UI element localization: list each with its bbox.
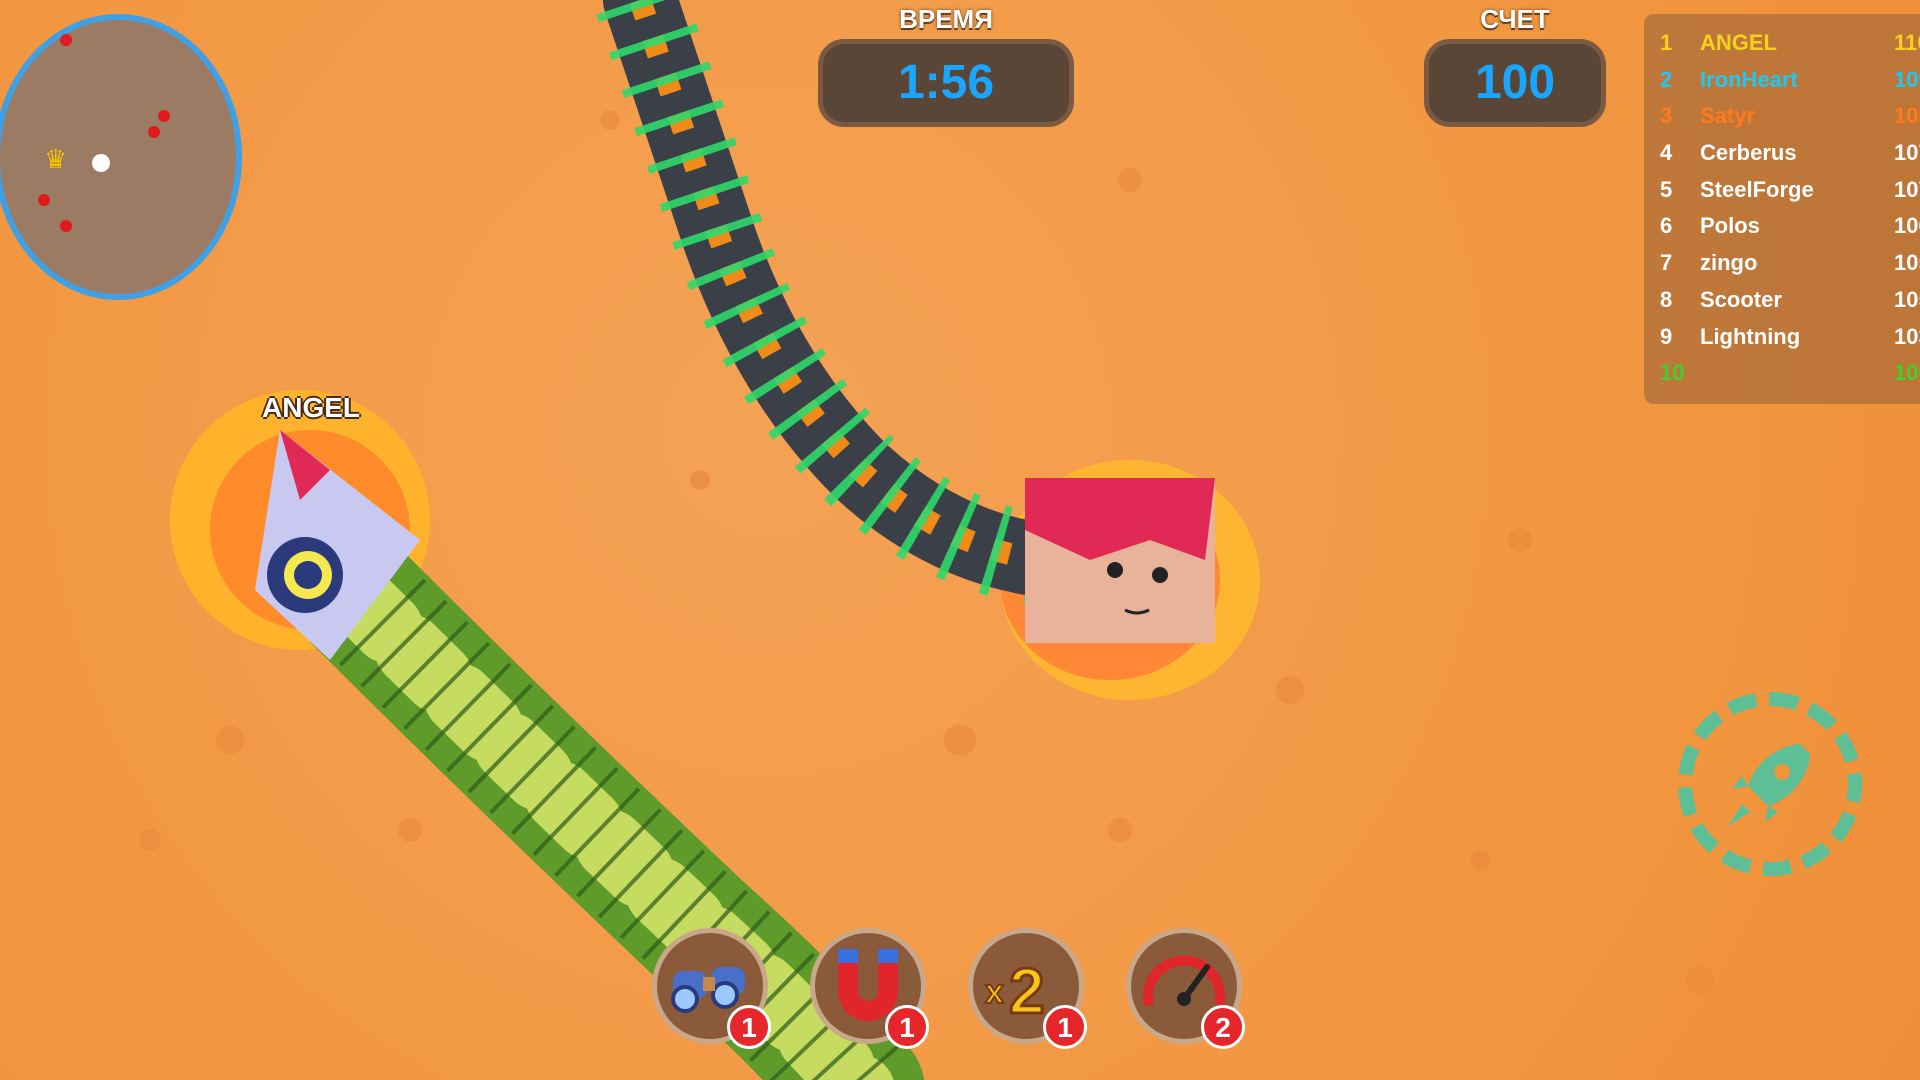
boost-button[interactable]	[1678, 692, 1862, 876]
player-snake-body	[295, 535, 924, 1080]
leaderboard-rank: 7	[1660, 250, 1673, 276]
leaderboard-row: 9 Lightning 103	[1644, 318, 1920, 355]
leaderboard-rank: 2	[1660, 66, 1673, 92]
minimap-enemy-dot	[60, 34, 72, 46]
leaderboard-row: 1 ANGEL 110	[1644, 24, 1920, 61]
minimap-enemy-dot	[148, 126, 160, 138]
leaderboard-row: 10 100	[1644, 354, 1920, 391]
leaderboard-score: 108	[1894, 103, 1920, 129]
minimap-enemy-dot	[60, 220, 72, 232]
leaderboard-row: 3 Satyr 108	[1644, 97, 1920, 134]
score-panel: СЧЕТ 100	[1424, 4, 1606, 127]
leaderboard-name: Satyr	[1700, 103, 1756, 129]
timer-panel: ВРЕМЯ 1:56	[818, 4, 1074, 127]
leaderboard-rank: 3	[1660, 103, 1673, 129]
timer-value: 1:56	[818, 39, 1074, 127]
leaderboard-rank: 10	[1660, 360, 1685, 386]
leaderboard-row: 5 SteelForge 107	[1644, 171, 1920, 208]
powerup-count-badge: 1	[885, 1005, 929, 1049]
powerup-x2-button[interactable]: x 2 1	[968, 928, 1087, 1049]
rocket-icon	[1728, 744, 1810, 826]
leaderboard-rank: 1	[1660, 30, 1673, 55]
leaderboard-row: 8 Scooter 105	[1644, 281, 1920, 318]
minimap: ♛	[0, 14, 242, 300]
leaderboard-name: IronHeart	[1700, 66, 1798, 92]
powerup-count-badge: 1	[727, 1005, 771, 1049]
player-name-tag: ANGEL	[262, 392, 360, 423]
minimap-enemy-dot	[158, 110, 170, 122]
leaderboard-score: 105	[1894, 250, 1920, 276]
leaderboard-score: 107	[1894, 176, 1920, 202]
score-value: 100	[1424, 39, 1606, 127]
crown-icon: ♛	[44, 144, 68, 174]
powerup-count-badge: 1	[1043, 1005, 1087, 1049]
leaderboard-name: Lightning	[1700, 323, 1801, 349]
leaderboard-score: 109	[1894, 66, 1920, 92]
minimap-player-dot	[92, 154, 110, 172]
leaderboard-score: 107	[1894, 140, 1920, 166]
leaderboard-row: 4 Cerberus 107	[1644, 134, 1920, 171]
svg-text:2: 2	[1009, 955, 1045, 1027]
minimap-enemy-dot	[38, 194, 50, 206]
leaderboard-rank: 4	[1660, 140, 1673, 166]
leaderboard-name: Scooter	[1700, 286, 1782, 312]
powerup-speed-button[interactable]: 2	[1126, 928, 1245, 1049]
leaderboard-rank: 8	[1660, 286, 1673, 312]
game-world	[139, 0, 1714, 1080]
leaderboard-row: 2 IronHeart 109	[1644, 61, 1920, 98]
leaderboard: 1ANGEL1102IronHeart1093Satyr1084Cerberus…	[1644, 14, 1920, 404]
leaderboard-score: 106	[1894, 213, 1920, 239]
game-field[interactable]: ♛ ВРЕМЯ 1:56 СЧЕТ 100 1ANGEL1102IronHear…	[0, 0, 1920, 1080]
leaderboard-score: 110	[1894, 30, 1920, 55]
leaderboard-score: 103	[1894, 323, 1920, 349]
leaderboard-rank: 9	[1660, 323, 1673, 349]
score-label: СЧЕТ	[1480, 4, 1550, 34]
leaderboard-row: 7 zingo 105	[1644, 244, 1920, 281]
leaderboard-name: SteelForge	[1700, 176, 1814, 202]
leaderboard-score: 105	[1894, 286, 1920, 312]
powerup-binoculars-button[interactable]: 1	[652, 928, 771, 1049]
leaderboard-rank: 5	[1660, 176, 1673, 202]
powerup-magnet-button[interactable]: 1	[810, 928, 929, 1049]
leaderboard-rank: 6	[1660, 213, 1673, 239]
leaderboard-row: 6 Polos 106	[1644, 207, 1920, 244]
enemy-snake-head	[1025, 478, 1215, 643]
timer-label: ВРЕМЯ	[899, 4, 993, 34]
leaderboard-name: Polos	[1700, 213, 1760, 239]
leaderboard-name: ANGEL	[1700, 30, 1777, 55]
leaderboard-name: zingo	[1700, 250, 1758, 276]
powerup-count-badge: 2	[1201, 1005, 1245, 1049]
svg-text:x: x	[985, 973, 1004, 1011]
leaderboard-score: 100	[1894, 360, 1920, 386]
leaderboard-name: Cerberus	[1700, 140, 1797, 166]
